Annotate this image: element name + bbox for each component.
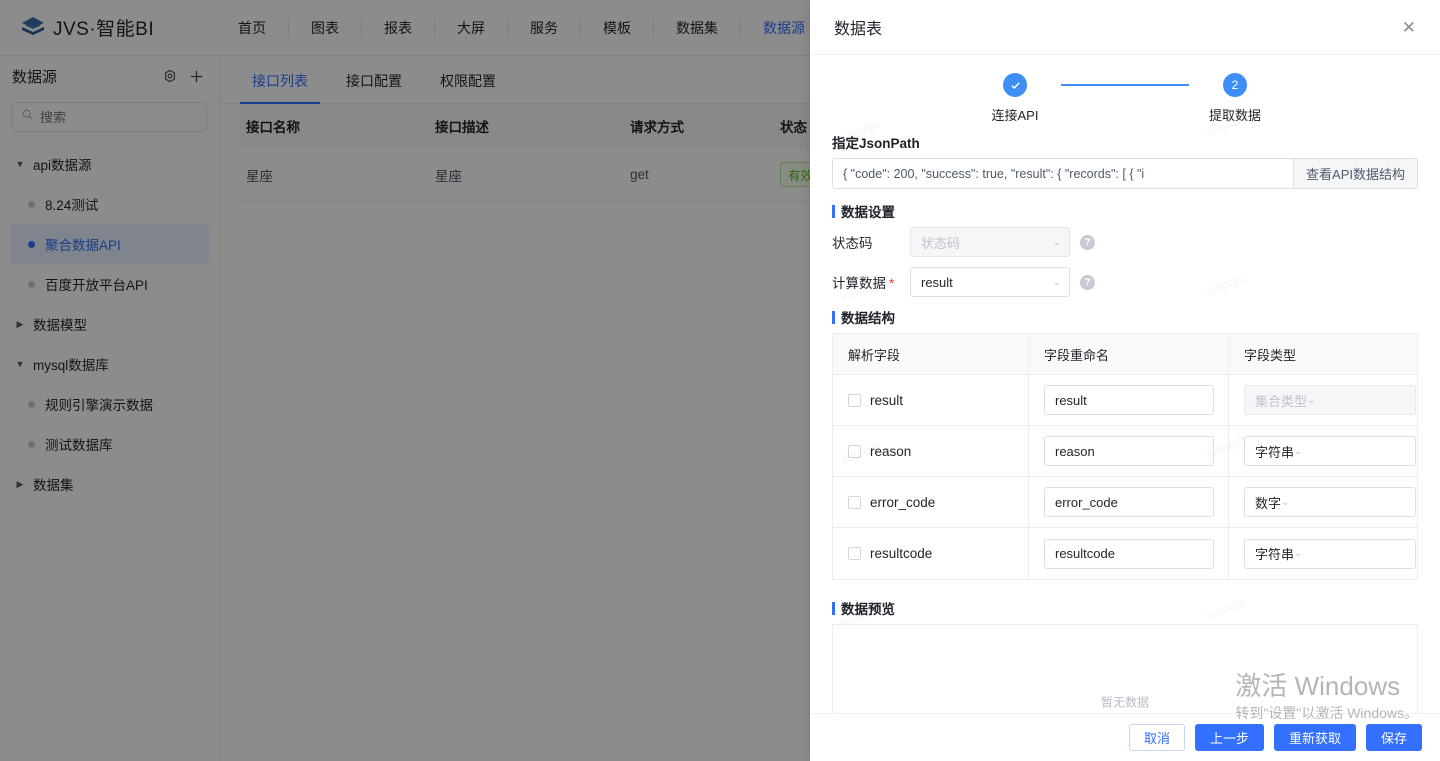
help-icon[interactable]: ? xyxy=(1080,234,1095,250)
compute-data-row: 计算数据 * result ⌄ ? xyxy=(832,267,1418,297)
compute-data-select[interactable]: result ⌄ xyxy=(910,267,1070,297)
step-connector xyxy=(1061,84,1189,86)
jsonpath-row: { "code": 200, "success": true, "result"… xyxy=(832,158,1418,189)
field-rename-input[interactable] xyxy=(1044,538,1214,569)
table-row: result 集合类型 ⌄ xyxy=(833,375,1417,426)
status-code-row: 状态码 状态码 ⌄ ? xyxy=(832,227,1418,257)
chevron-down-icon: ⌄ xyxy=(1307,394,1316,406)
close-icon[interactable]: ✕ xyxy=(1402,19,1416,36)
field-rename-input[interactable] xyxy=(1044,385,1214,415)
row-checkbox[interactable] xyxy=(848,393,861,407)
parse-field-name: result xyxy=(870,392,904,408)
chevron-down-icon: ⌄ xyxy=(1052,236,1061,248)
data-structure-table: 解析字段 字段重命名 字段类型 result 集合类型 xyxy=(832,333,1418,580)
column-header-field-rename: 字段重命名 xyxy=(1029,334,1229,374)
parse-field-name: resultcode xyxy=(870,546,933,561)
modal-footer: 取消 上一步 重新获取 保存 xyxy=(810,713,1440,761)
column-header-field-type: 字段类型 xyxy=(1244,347,1297,363)
compute-data-label-text: 计算数据 xyxy=(832,276,886,291)
field-type-value: 数字 xyxy=(1255,495,1282,511)
empty-state-text: 暂无数据 xyxy=(1100,695,1150,710)
status-code-select[interactable]: 状态码 ⌄ xyxy=(910,227,1070,257)
field-type-select[interactable]: 集合类型 ⌄ xyxy=(1244,385,1416,415)
modal-title: 数据表 xyxy=(834,21,883,38)
step-connect-api[interactable]: 连接API xyxy=(969,73,1061,124)
data-preview-section-label: 数据预览 xyxy=(832,598,1418,618)
data-settings-section-label: 数据设置 xyxy=(832,201,1418,221)
table-row: reason 字符串 ⌄ xyxy=(833,426,1417,477)
column-header-parse-field: 解析字段 xyxy=(833,334,1029,374)
data-table-modal: 数据表 ✕ xiaoqin xiaoqin xiaoqin xiaoqin xi… xyxy=(810,0,1440,761)
parse-field-name: reason xyxy=(870,443,912,459)
row-checkbox[interactable] xyxy=(848,444,861,458)
previous-step-button[interactable]: 上一步 xyxy=(1194,724,1264,751)
status-code-placeholder: 状态码 xyxy=(921,235,961,251)
field-type-select[interactable]: 字符串 ⌄ xyxy=(1244,436,1416,466)
field-type-select[interactable]: 字符串 ⌄ xyxy=(1244,538,1416,569)
modal-header: 数据表 ✕ xyxy=(810,0,1440,55)
data-preview-box: 暂无数据 xyxy=(832,624,1418,713)
data-structure-section-label: 数据结构 xyxy=(832,307,1418,327)
help-icon[interactable]: ? xyxy=(1080,274,1095,290)
compute-data-label: 计算数据 * xyxy=(832,272,910,292)
status-code-label: 状态码 xyxy=(832,236,873,251)
row-checkbox[interactable] xyxy=(848,495,861,509)
field-rename-input[interactable] xyxy=(1044,436,1214,466)
jsonpath-section-label: 指定JsonPath xyxy=(832,136,920,151)
refetch-button[interactable]: 重新获取 xyxy=(1273,724,1356,751)
row-checkbox[interactable] xyxy=(848,547,861,560)
wizard-stepper: 连接API 2 提取数据 xyxy=(832,55,1418,128)
chevron-down-icon: ⌄ xyxy=(1294,445,1303,457)
field-type-value: 集合类型 xyxy=(1255,393,1308,409)
parse-field-name: error_code xyxy=(870,494,936,510)
step-extract-data[interactable]: 2 提取数据 xyxy=(1189,73,1281,124)
field-type-select[interactable]: 数字 ⌄ xyxy=(1244,487,1416,517)
chevron-down-icon: ⌄ xyxy=(1052,276,1061,288)
cancel-button[interactable]: 取消 xyxy=(1128,724,1185,751)
table-row: error_code 数字 ⌄ xyxy=(833,477,1417,528)
step-circle-done xyxy=(1003,73,1027,97)
save-button[interactable]: 保存 xyxy=(1365,724,1422,751)
chevron-down-icon: ⌄ xyxy=(1294,548,1303,559)
step-label: 连接API xyxy=(991,108,1039,123)
required-marker: * xyxy=(889,276,895,291)
field-type-value: 字符串 xyxy=(1255,547,1295,562)
app-root: JVS·智能BI 首页 图表 报表 大屏 服务 模板 数据集 数据源 数据源 搜… xyxy=(0,0,1440,761)
field-type-value: 字符串 xyxy=(1255,444,1295,460)
modal-body[interactable]: xiaoqin xiaoqin xiaoqin xiaoqin xiaoqin … xyxy=(810,55,1440,713)
table-row: resultcode 字符串 ⌄ xyxy=(833,528,1417,579)
chevron-down-icon: ⌄ xyxy=(1281,496,1290,508)
compute-data-value: result xyxy=(921,274,953,290)
field-rename-input[interactable] xyxy=(1044,487,1214,517)
jsonpath-input[interactable]: { "code": 200, "success": true, "result"… xyxy=(832,158,1294,189)
view-api-structure-button[interactable]: 查看API数据结构 xyxy=(1293,158,1418,189)
step-circle-current: 2 xyxy=(1223,73,1247,97)
step-label: 提取数据 xyxy=(1208,108,1261,123)
data-structure-header-row: 解析字段 字段重命名 字段类型 xyxy=(833,334,1417,375)
